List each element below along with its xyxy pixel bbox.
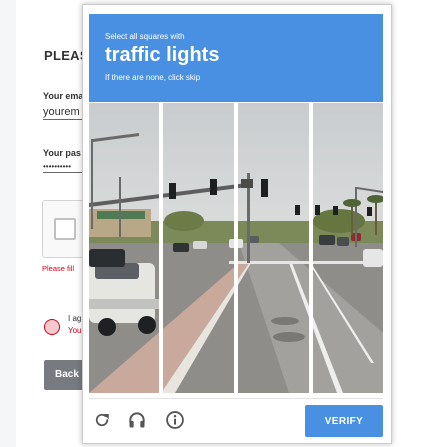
agree-label: I ag <box>68 314 82 323</box>
grid-tile[interactable] <box>163 248 234 320</box>
grid-tile[interactable] <box>238 248 309 320</box>
image-grid <box>89 103 383 393</box>
grid-tile[interactable] <box>163 103 234 175</box>
recaptcha-checkbox[interactable] <box>54 218 76 240</box>
grid-tile[interactable] <box>313 175 383 248</box>
recaptcha-error: Please fill <box>42 264 75 273</box>
grid-tile[interactable] <box>89 175 159 248</box>
grid-tile[interactable] <box>238 103 309 175</box>
captcha-challenge: Select all squares with traffic lights I… <box>82 4 392 444</box>
info-icon[interactable] <box>164 409 186 431</box>
grid-tile[interactable] <box>89 248 159 320</box>
grid-tile[interactable] <box>313 103 383 175</box>
challenge-header: Select all squares with traffic lights I… <box>89 14 383 102</box>
grid-tile[interactable] <box>89 320 159 393</box>
street-scene-image <box>89 103 383 393</box>
grid-tile[interactable] <box>89 103 159 175</box>
skip-hint: If there are none, click skip <box>105 73 201 82</box>
email-label: Your ema <box>43 91 84 101</box>
grid-tile[interactable] <box>313 248 383 320</box>
agree-radio[interactable] <box>44 319 60 335</box>
instruction-text: Select all squares with <box>105 32 185 41</box>
grid-tile[interactable] <box>163 175 234 248</box>
grid-tile[interactable] <box>163 320 234 393</box>
grid-tile[interactable] <box>238 320 309 393</box>
footer-divider <box>89 398 383 399</box>
verify-button[interactable]: VERIFY <box>305 405 383 437</box>
agree-error: You <box>68 326 82 335</box>
target-object: traffic lights <box>105 44 220 66</box>
grid-tile[interactable] <box>238 175 309 248</box>
grid-tile[interactable] <box>313 320 383 393</box>
reload-icon[interactable] <box>91 409 113 431</box>
password-label: Your pas <box>43 148 81 158</box>
audio-challenge-icon[interactable] <box>126 409 148 431</box>
